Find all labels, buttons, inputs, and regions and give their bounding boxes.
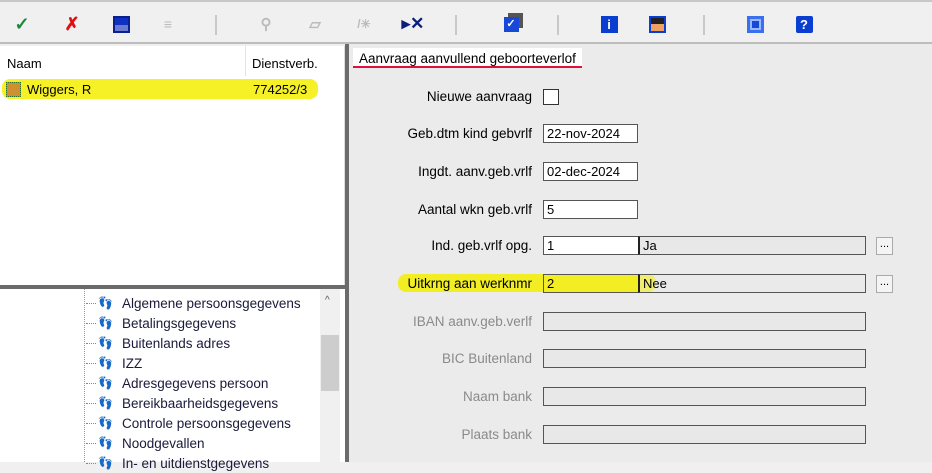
footsteps-icon: 👣 bbox=[98, 316, 113, 330]
tab-aanvraag[interactable]: Aanvraag aanvullend geboorteverlof bbox=[353, 48, 582, 68]
bic-label: BIC Buitenland bbox=[441, 351, 532, 366]
row-name: Wiggers, R bbox=[27, 82, 92, 97]
iban-label: IBAN aanv.geb.verlf bbox=[412, 314, 532, 329]
scrollbar[interactable]: ^ bbox=[320, 289, 340, 462]
tree-item-label: Buitenlands adres bbox=[122, 335, 231, 351]
tree-item[interactable]: 👣 In- en uitdienstgegevens bbox=[86, 453, 269, 473]
plaats-bank-field bbox=[543, 425, 866, 444]
save-icon[interactable] bbox=[111, 14, 131, 34]
info-icon[interactable]: i bbox=[599, 14, 619, 34]
toolbar-separator bbox=[455, 15, 457, 35]
uitk-description: Nee bbox=[638, 274, 866, 293]
tree-connector bbox=[86, 462, 96, 464]
bic-field bbox=[543, 349, 866, 368]
footsteps-icon: 👣 bbox=[98, 396, 113, 410]
plaats-bank-label: Plaats bank bbox=[461, 427, 532, 442]
tree-item-label: Betalingsgegevens bbox=[122, 315, 237, 331]
navigation-tree: 👣 Algemene persoonsgegevens 👣 Betalingsgege… bbox=[0, 289, 345, 471]
ingdt-field[interactable]: 02-dec-2024 bbox=[543, 162, 638, 181]
delete-record-icon[interactable]: ▸✕ bbox=[402, 14, 425, 34]
person-icon[interactable] bbox=[647, 14, 667, 34]
iban-field bbox=[543, 312, 866, 331]
nieuwe-aanvraag-label: Nieuwe aanvraag bbox=[426, 89, 532, 104]
tree-item-label: IZZ bbox=[122, 355, 143, 371]
uitk-code-field[interactable]: 2 bbox=[543, 274, 639, 293]
tree-item[interactable]: 👣 Buitenlands adres bbox=[86, 333, 230, 353]
window-icon[interactable] bbox=[745, 14, 765, 34]
eraser-icon: ▱ bbox=[309, 16, 321, 33]
tree-item-label: Adresgegevens persoon bbox=[122, 375, 269, 391]
employee-list: Naam Dienstverb. Wiggers, R 774252/3 bbox=[0, 46, 345, 286]
checklist-icon[interactable]: ✓ bbox=[501, 14, 521, 34]
tree-connector bbox=[86, 362, 96, 364]
tree-item-label: Algemene persoonsgegevens bbox=[122, 295, 301, 311]
tool-icon: ⚲ bbox=[260, 16, 272, 33]
ind-lookup-button[interactable]: ... bbox=[876, 237, 893, 255]
tree-connector bbox=[86, 342, 96, 344]
wand-icon: /✳ bbox=[357, 17, 371, 31]
tree-connector bbox=[86, 322, 96, 324]
toolbar: ✓ ✗ ≡ ⚲ ▱ /✳ ▸✕ ✓ i ? bbox=[0, 0, 932, 44]
row-dienstverband: 774252/3 bbox=[253, 82, 308, 97]
person-icon bbox=[6, 82, 21, 97]
footsteps-icon: 👣 bbox=[98, 376, 113, 390]
tree-connector bbox=[86, 402, 96, 404]
table-row[interactable]: Wiggers, R 774252/3 bbox=[0, 80, 330, 98]
nieuwe-aanvraag-checkbox[interactable] bbox=[543, 89, 559, 105]
scrollbar-thumb[interactable] bbox=[321, 335, 339, 391]
naam-bank-field bbox=[543, 387, 866, 406]
tree-item[interactable]: 👣 Algemene persoonsgegevens bbox=[86, 293, 301, 313]
column-header-naam[interactable]: Naam bbox=[7, 56, 42, 71]
tree-item[interactable]: 👣 Noodgevallen bbox=[86, 433, 205, 453]
uitk-label: Uitkrng aan werknmr bbox=[407, 276, 532, 291]
tree-connector bbox=[86, 302, 96, 304]
edit-icon: ≡ bbox=[163, 16, 173, 32]
help-icon[interactable]: ? bbox=[794, 14, 814, 34]
uitk-lookup-button[interactable]: ... bbox=[876, 275, 893, 293]
aantal-field[interactable]: 5 bbox=[543, 200, 638, 219]
scroll-up-icon[interactable]: ^ bbox=[325, 295, 330, 306]
ingdt-label: Ingdt. aanv.geb.vrlf bbox=[418, 164, 532, 179]
footsteps-icon: 👣 bbox=[98, 416, 113, 430]
toolbar-separator bbox=[703, 15, 705, 35]
footsteps-icon: 👣 bbox=[98, 336, 113, 350]
column-divider bbox=[245, 46, 246, 76]
naam-bank-label: Naam bank bbox=[462, 389, 532, 404]
tree-item-label: Noodgevallen bbox=[122, 435, 205, 451]
toolbar-separator bbox=[215, 15, 217, 35]
toolbar-separator bbox=[557, 15, 559, 35]
tree-connector bbox=[86, 422, 96, 424]
tree-connector bbox=[86, 442, 96, 444]
column-header-dienstverband[interactable]: Dienstverb. bbox=[252, 56, 318, 71]
tree-line bbox=[84, 289, 85, 462]
geb-dtm-label: Geb.dtm kind gebvrlf bbox=[407, 126, 532, 141]
tree-connector bbox=[86, 382, 96, 384]
footsteps-icon: 👣 bbox=[98, 456, 113, 470]
tree-item[interactable]: 👣 Adresgegevens persoon bbox=[86, 373, 268, 393]
tree-item-label: Controle persoonsgegevens bbox=[122, 415, 291, 431]
tree-item[interactable]: 👣 Bereikbaarheidsgegevens bbox=[86, 393, 278, 413]
tree-item[interactable]: 👣 IZZ bbox=[86, 353, 142, 373]
ind-label: Ind. geb.vrlf opg. bbox=[431, 238, 532, 253]
geb-dtm-field[interactable]: 22-nov-2024 bbox=[543, 124, 638, 143]
footsteps-icon: 👣 bbox=[98, 296, 113, 310]
check-icon[interactable]: ✓ bbox=[12, 14, 32, 34]
ind-description: Ja bbox=[638, 236, 866, 255]
tree-item[interactable]: 👣 Controle persoonsgegevens bbox=[86, 413, 291, 433]
tree-item-label: Bereikbaarheidsgegevens bbox=[122, 395, 279, 411]
tree-item[interactable]: 👣 Betalingsgegevens bbox=[86, 313, 236, 333]
cancel-icon[interactable]: ✗ bbox=[62, 14, 82, 34]
aantal-label: Aantal wkn geb.vrlf bbox=[417, 202, 532, 217]
tree-item-label: In- en uitdienstgegevens bbox=[122, 455, 270, 471]
ind-code-field[interactable]: 1 bbox=[543, 236, 639, 255]
footsteps-icon: 👣 bbox=[98, 356, 113, 370]
footsteps-icon: 👣 bbox=[98, 436, 113, 450]
